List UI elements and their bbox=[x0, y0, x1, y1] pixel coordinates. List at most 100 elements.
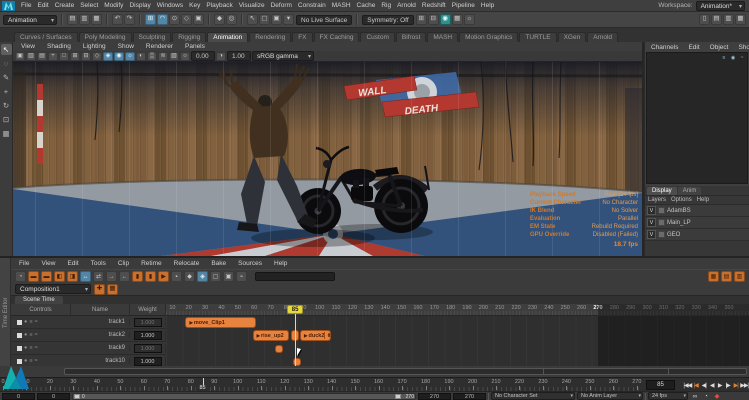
layer-menu-options[interactable]: Options bbox=[671, 197, 692, 203]
play-forwards-button[interactable]: ▶ bbox=[716, 382, 723, 389]
anim-layer-select[interactable]: No Anim Layer bbox=[577, 392, 643, 400]
channel-box-menu-edit[interactable]: Edit bbox=[685, 44, 702, 51]
composition-options-icon[interactable]: ▦ bbox=[107, 284, 118, 295]
te-grid-snap-icon[interactable]: ▦ bbox=[708, 271, 719, 282]
track-ghost-icon[interactable]: ≈ bbox=[35, 345, 38, 351]
single-pane-toggle-icon[interactable]: ▯ bbox=[699, 14, 710, 25]
channel-box-toggle-icon[interactable]: ▦ bbox=[735, 14, 746, 25]
te-frame-all-icon[interactable]: ▤ bbox=[721, 271, 732, 282]
layer-visibility-toggle[interactable]: V bbox=[647, 218, 656, 227]
viewport-canvas[interactable]: WALL DEATH bbox=[13, 62, 642, 256]
redo-icon[interactable]: ↷ bbox=[124, 14, 135, 25]
snap-grid-icon[interactable]: ⊞ bbox=[145, 14, 156, 25]
menu-file[interactable]: File bbox=[18, 2, 34, 9]
viewport-menu-show[interactable]: Show bbox=[115, 43, 137, 50]
fps-select[interactable]: 24 fps bbox=[648, 392, 688, 400]
new-scene-icon[interactable]: ▤ bbox=[67, 14, 78, 25]
channel-box-menu-channels[interactable]: Channels bbox=[648, 44, 681, 51]
track-solo-icon[interactable]: ≡ bbox=[29, 345, 32, 351]
shelf-tab-bifrost[interactable]: Bifrost bbox=[396, 32, 426, 42]
channel-box-menu-object[interactable]: Object bbox=[707, 44, 732, 51]
scene-time-tab[interactable]: Scene Time bbox=[15, 296, 63, 304]
next-key-button[interactable]: ▶| bbox=[732, 382, 739, 389]
track-mute-icon[interactable]: ● bbox=[24, 332, 27, 338]
track-weight-field[interactable]: 1.000 bbox=[134, 318, 162, 327]
lock-selection-icon[interactable]: ◆ bbox=[214, 14, 225, 25]
anim-preferences-icon[interactable]: ◔ bbox=[701, 392, 711, 400]
te-options-icon[interactable]: ▥ bbox=[734, 271, 745, 282]
object-mask-icon[interactable]: ▢ bbox=[259, 14, 270, 25]
menu-redshift[interactable]: Redshift bbox=[419, 2, 449, 9]
animation-end-field[interactable]: 270 bbox=[453, 393, 486, 400]
snap-to-clip-icon[interactable]: ↔ bbox=[80, 271, 91, 282]
last-tool-icon[interactable]: ▦ bbox=[1, 128, 12, 139]
workspace-select[interactable]: Animation* bbox=[696, 1, 745, 11]
shelf-tab-rendering[interactable]: Rendering bbox=[249, 32, 291, 42]
loop-clip-icon[interactable]: ▶ bbox=[158, 271, 169, 282]
track-ghost-icon[interactable]: ≈ bbox=[35, 358, 38, 364]
motion-blur-icon[interactable]: ≋ bbox=[158, 52, 168, 61]
gamma-field[interactable]: 1.00 bbox=[227, 51, 251, 61]
trim-end-icon[interactable]: ← bbox=[119, 271, 130, 282]
menu-mash[interactable]: MASH bbox=[329, 2, 354, 9]
wireframe-mode-icon[interactable]: ◇ bbox=[92, 52, 102, 61]
ripple-edit-icon[interactable]: ⇄ bbox=[93, 271, 104, 282]
new-composition-icon[interactable]: ✚ bbox=[94, 284, 105, 295]
layout-split-icon[interactable]: ⊟ bbox=[81, 52, 91, 61]
channel-box-menu-show[interactable]: Show bbox=[735, 44, 749, 51]
clip-badge-icon[interactable]: ⊗ bbox=[324, 332, 331, 339]
range-slider-bar[interactable]: 0 270 bbox=[72, 393, 416, 400]
keying-icon[interactable]: ⌁ bbox=[236, 271, 247, 282]
range-start-handle[interactable] bbox=[74, 394, 80, 399]
make-live-icon[interactable]: ▣ bbox=[193, 14, 204, 25]
mute-track-icon[interactable]: ▢ bbox=[210, 271, 221, 282]
shelf-tab-motion-graphics[interactable]: Motion Graphics bbox=[459, 32, 518, 42]
layout-single-icon[interactable]: □ bbox=[59, 52, 69, 61]
layer-row[interactable]: VMain_LP bbox=[645, 217, 749, 229]
shaded-mode-icon[interactable]: ◈ bbox=[103, 52, 113, 61]
add-audio-clip-icon[interactable]: ▬ bbox=[41, 271, 52, 282]
save-scene-icon[interactable]: ▦ bbox=[91, 14, 102, 25]
layer-row[interactable]: VAdamBS bbox=[645, 205, 749, 217]
open-scene-icon[interactable]: ▥ bbox=[79, 14, 90, 25]
shelf-tab-sculpting[interactable]: Sculpting bbox=[133, 32, 172, 42]
attribute-editor-toggle-icon[interactable]: ▤ bbox=[711, 14, 722, 25]
tool-settings-toggle-icon[interactable]: ▥ bbox=[723, 14, 734, 25]
export-animation-icon[interactable]: ◨ bbox=[67, 271, 78, 282]
shaded-display-icon[interactable]: ◉ bbox=[440, 14, 451, 25]
te-search-input[interactable] bbox=[255, 272, 335, 281]
composition-select[interactable]: Composition1 bbox=[15, 284, 91, 294]
graph-toggle-icon[interactable]: ~ bbox=[738, 54, 746, 62]
track-name[interactable]: track1 bbox=[71, 319, 130, 325]
menu-edit[interactable]: Edit bbox=[34, 2, 51, 9]
hierarchy-mask-icon[interactable]: ↖ bbox=[247, 14, 258, 25]
track-color-swatch[interactable] bbox=[17, 346, 22, 351]
layer-color-swatch[interactable] bbox=[658, 231, 665, 238]
shelf-tab-mash[interactable]: MASH bbox=[427, 32, 458, 42]
symmetry-field[interactable]: Symmetry: Off bbox=[362, 15, 413, 25]
shelf-tab-fx[interactable]: FX bbox=[292, 32, 312, 42]
clip-expand-icon[interactable]: ▶ bbox=[189, 320, 192, 326]
cache-bar[interactable] bbox=[64, 368, 747, 375]
move-tool-icon[interactable]: + bbox=[1, 86, 12, 97]
range-end-handle[interactable] bbox=[395, 394, 401, 399]
track-mute-icon[interactable]: ● bbox=[24, 319, 27, 325]
menu-cache[interactable]: Cache bbox=[354, 2, 379, 9]
viewport-menu-lighting[interactable]: Lighting bbox=[80, 43, 109, 50]
playhead-flag[interactable]: 85 bbox=[287, 305, 303, 314]
current-frame-field[interactable]: 85 bbox=[646, 380, 675, 390]
te-menu-bake[interactable]: Bake bbox=[208, 260, 229, 267]
next-frame-button[interactable]: |▶ bbox=[724, 382, 731, 389]
menu-visualize[interactable]: Visualize bbox=[236, 2, 268, 9]
track-ghost-icon[interactable]: ≈ bbox=[35, 332, 38, 338]
textured-mode-icon[interactable]: ◉ bbox=[114, 52, 124, 61]
track-solo-icon[interactable]: ≡ bbox=[29, 332, 32, 338]
shelf-tab-xgen[interactable]: XGen bbox=[558, 32, 587, 42]
menu-display[interactable]: Display bbox=[126, 2, 153, 9]
crossfade-clip-icon[interactable]: ◆ bbox=[184, 271, 195, 282]
image-plane-icon[interactable]: ▤ bbox=[37, 52, 47, 61]
camera-select-icon[interactable]: ▣ bbox=[15, 52, 25, 61]
wireframe-display-icon[interactable]: ⊟ bbox=[428, 14, 439, 25]
track-color-swatch[interactable] bbox=[17, 359, 22, 364]
character-set-select[interactable]: No Character Set bbox=[491, 392, 575, 400]
